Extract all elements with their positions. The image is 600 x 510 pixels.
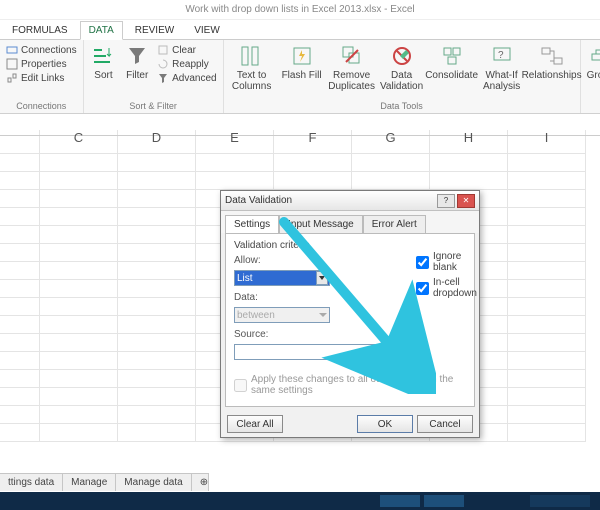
svg-text:?: ? — [498, 50, 504, 61]
group-title: Data Tools — [230, 101, 574, 111]
data-label: Data: — [234, 292, 270, 303]
dialog-title: Data Validation — [225, 195, 292, 206]
dialog-titlebar[interactable]: Data Validation ? ✕ — [221, 191, 479, 211]
relationships-button[interactable]: Relationships — [530, 44, 574, 92]
tab-view[interactable]: VIEW — [186, 22, 228, 39]
column-headers: C D E F G H I — [0, 114, 600, 136]
properties-item[interactable]: Properties — [6, 58, 77, 70]
dialog-footer: Clear All OK Cancel — [221, 411, 479, 437]
tab-data[interactable]: DATA — [80, 21, 123, 40]
ok-button[interactable]: OK — [357, 415, 413, 433]
col-D[interactable]: D — [118, 130, 196, 135]
group-sortfilter: Sort Filter Clear Reapply Advanced Sort … — [84, 40, 224, 113]
dialog-tabs: Settings Input Message Error Alert — [221, 211, 479, 233]
tab-input-message[interactable]: Input Message — [279, 215, 363, 233]
data-dropdown: between — [234, 307, 330, 323]
tab-formulas[interactable]: FORMULAS — [4, 22, 76, 39]
edit-links-item[interactable]: Edit Links — [6, 72, 77, 84]
connections-item[interactable]: Connections — [6, 44, 77, 56]
group-datatools: Text to Columns Flash Fill Remove Duplic… — [224, 40, 581, 113]
tab-error-alert[interactable]: Error Alert — [363, 215, 426, 233]
reapply-button[interactable]: Reapply — [157, 58, 216, 70]
sheet-tab[interactable]: Manage data — [115, 473, 191, 491]
group-button[interactable]: Group — [587, 44, 600, 81]
flash-fill-button[interactable]: Flash Fill — [280, 44, 324, 92]
col-E[interactable]: E — [196, 130, 274, 135]
group-title: Connections — [6, 101, 77, 111]
data-validation-button[interactable]: Data Validation — [380, 44, 424, 92]
close-icon[interactable]: ✕ — [457, 194, 475, 208]
ribbon-tabs: FORMULAS DATA REVIEW VIEW — [0, 20, 600, 40]
remove-duplicates-button[interactable]: Remove Duplicates — [330, 44, 374, 92]
sheet-tab[interactable]: ttings data — [0, 473, 63, 491]
cancel-button[interactable]: Cancel — [417, 415, 473, 433]
source-label: Source: — [234, 329, 268, 340]
group-title: Sort & Filter — [90, 101, 217, 111]
ribbon: Connections Properties Edit Links Connec… — [0, 40, 600, 114]
dialog-body: Validation criteria Allow: List Data: be… — [225, 233, 475, 407]
allow-label: Allow: — [234, 255, 270, 266]
tab-settings[interactable]: Settings — [225, 215, 279, 233]
col-H[interactable]: H — [430, 130, 508, 135]
clear-all-button[interactable]: Clear All — [227, 415, 283, 433]
text-to-columns-button[interactable]: Text to Columns — [230, 44, 274, 92]
source-input[interactable] — [234, 344, 404, 360]
whatif-button[interactable]: ? What-If Analysis — [480, 44, 524, 92]
new-sheet-button[interactable]: ⊕ — [191, 473, 209, 491]
col-I[interactable]: I — [508, 130, 586, 135]
sheet-tabs: ttings data Manage Manage data ⊕ — [0, 472, 209, 492]
ignore-blank-checkbox[interactable]: Ignore blank — [416, 251, 477, 273]
help-icon[interactable]: ? — [437, 194, 455, 208]
col-G[interactable]: G — [352, 130, 430, 135]
criteria-label: Validation criteria — [234, 240, 466, 251]
group-title: Outline — [587, 101, 600, 111]
incell-dropdown-checkbox[interactable]: In-cell dropdown — [416, 277, 477, 299]
group-connections: Connections Properties Edit Links Connec… — [0, 40, 84, 113]
col-F[interactable]: F — [274, 130, 352, 135]
allow-dropdown[interactable]: List — [234, 270, 330, 286]
taskbar — [0, 492, 600, 510]
apply-all-checkbox: Apply these changes to all other cells w… — [234, 374, 466, 396]
tab-review[interactable]: REVIEW — [127, 22, 182, 39]
advanced-button[interactable]: Advanced — [157, 72, 216, 84]
group-outline: Group Ungroup Outline — [581, 40, 600, 113]
sort-button[interactable]: Sort — [90, 44, 118, 84]
clear-button[interactable]: Clear — [157, 44, 216, 56]
window-title: Work with drop down lists in Excel 2013.… — [0, 0, 600, 20]
consolidate-button[interactable]: Consolidate — [430, 44, 474, 92]
range-picker-icon[interactable] — [387, 346, 401, 358]
data-validation-dialog: Data Validation ? ✕ Settings Input Messa… — [220, 190, 480, 438]
sheet-tab[interactable]: Manage — [62, 473, 116, 491]
filter-button[interactable]: Filter — [123, 44, 151, 84]
col-C[interactable]: C — [40, 130, 118, 135]
